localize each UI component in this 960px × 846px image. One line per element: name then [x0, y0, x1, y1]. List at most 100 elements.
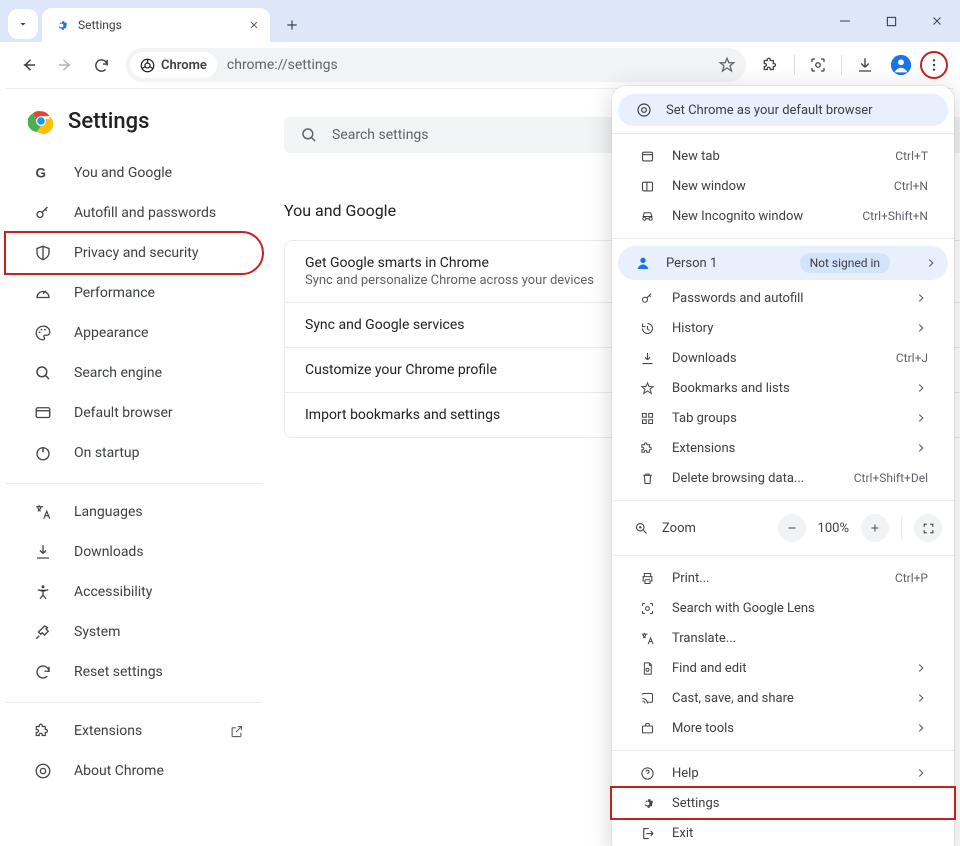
- sidebar-item-default[interactable]: Default browser: [6, 393, 262, 433]
- search-placeholder: Search settings: [332, 127, 429, 143]
- menu-translate[interactable]: Translate...: [618, 623, 948, 653]
- fullscreen-icon: [922, 522, 935, 535]
- open-external-icon: [229, 724, 244, 739]
- address-bar[interactable]: Chrome chrome://settings: [126, 48, 746, 82]
- tab-search-dropdown[interactable]: [8, 9, 38, 39]
- close-window-button[interactable]: [914, 0, 960, 42]
- sidebar-item-label: Languages: [74, 504, 143, 520]
- privacy-icon: [32, 244, 54, 262]
- reload-button[interactable]: [84, 48, 118, 82]
- minimize-button[interactable]: [822, 0, 868, 42]
- person-icon: [890, 54, 912, 76]
- extensions-button[interactable]: [754, 48, 788, 82]
- key-icon: [638, 291, 656, 306]
- forward-button[interactable]: [48, 48, 82, 82]
- performance-icon: [32, 284, 54, 302]
- exit-icon: [638, 826, 656, 841]
- tab-close-button[interactable]: [244, 15, 264, 35]
- menu-help[interactable]: Help: [618, 758, 948, 788]
- document-search-icon: [638, 661, 656, 676]
- sidebar-item-about[interactable]: About Chrome: [6, 751, 262, 791]
- menu-print[interactable]: Print... Ctrl+P: [618, 563, 948, 593]
- languages-icon: [32, 503, 54, 521]
- menu-extensions[interactable]: Extensions: [618, 433, 948, 463]
- translate-icon: [638, 631, 656, 646]
- menu-tabgroups[interactable]: Tab groups: [618, 403, 948, 433]
- about-icon: [32, 762, 54, 780]
- plus-icon: [285, 18, 299, 32]
- url-text: chrome://settings: [227, 57, 338, 73]
- sidebar-item-label: Privacy and security: [74, 245, 198, 261]
- bookmark-star-button[interactable]: [718, 56, 736, 74]
- reload-icon: [93, 57, 110, 74]
- tab-title: Settings: [78, 18, 244, 32]
- chevron-right-icon: [914, 321, 928, 335]
- browser-tab[interactable]: Settings: [42, 8, 270, 42]
- back-button[interactable]: [12, 48, 46, 82]
- menu-find[interactable]: Find and edit: [618, 653, 948, 683]
- zoom-in-button[interactable]: [861, 514, 889, 542]
- sidebar-item-you[interactable]: GYou and Google: [6, 153, 262, 193]
- lens-icon: [809, 56, 827, 74]
- menu-incognito[interactable]: New Incognito window Ctrl+Shift+N: [618, 201, 948, 231]
- sidebar-item-performance[interactable]: Performance: [6, 273, 262, 313]
- chevron-right-icon: [914, 691, 928, 705]
- profile-button[interactable]: [884, 48, 918, 82]
- menu-delete-data[interactable]: Delete browsing data... Ctrl+Shift+Del: [618, 463, 948, 493]
- browser-menu: Set Chrome as your default browser New t…: [612, 86, 954, 846]
- sidebar-item-startup[interactable]: On startup: [6, 433, 262, 473]
- chevron-right-icon: [914, 291, 928, 305]
- lens-button[interactable]: [801, 48, 835, 82]
- menu-settings[interactable]: Settings: [612, 788, 954, 818]
- minimize-icon: [839, 15, 851, 27]
- menu-profile-row[interactable]: Person 1 Not signed in: [618, 246, 948, 280]
- fullscreen-button[interactable]: [914, 514, 942, 542]
- maximize-button[interactable]: [868, 0, 914, 42]
- zoom-out-button[interactable]: [778, 514, 806, 542]
- new-tab-button[interactable]: [278, 11, 306, 39]
- menu-history[interactable]: History: [618, 313, 948, 343]
- menu-exit[interactable]: Exit: [618, 818, 948, 846]
- site-chip[interactable]: Chrome: [130, 52, 217, 78]
- sidebar-item-languages[interactable]: Languages: [6, 492, 262, 532]
- sidebar-item-system[interactable]: System: [6, 612, 262, 652]
- grid-icon: [638, 411, 656, 426]
- sidebar-item-label: Search engine: [74, 365, 162, 381]
- incognito-icon: [638, 209, 656, 224]
- signin-status-badge: Not signed in: [800, 253, 890, 273]
- browser-toolbar: Chrome chrome://settings: [6, 42, 954, 88]
- menu-lens[interactable]: Search with Google Lens: [618, 593, 948, 623]
- extensions-icon: [32, 722, 54, 740]
- settings-header: Settings: [6, 89, 262, 153]
- sidebar-item-reset[interactable]: Reset settings: [6, 652, 262, 692]
- search-icon: [300, 126, 318, 144]
- sidebar-item-label: Accessibility: [74, 584, 152, 600]
- sidebar-item-appearance[interactable]: Appearance: [6, 313, 262, 353]
- sidebar-item-extensions[interactable]: Extensions: [6, 711, 262, 751]
- arrow-left-icon: [20, 56, 38, 74]
- downloads-button[interactable]: [848, 48, 882, 82]
- new-window-icon: [638, 179, 656, 194]
- sidebar-item-accessibility[interactable]: Accessibility: [6, 572, 262, 612]
- menu-bookmarks[interactable]: Bookmarks and lists: [618, 373, 948, 403]
- sidebar-item-autofill[interactable]: Autofill and passwords: [6, 193, 262, 233]
- menu-passwords[interactable]: Passwords and autofill: [618, 283, 948, 313]
- menu-downloads[interactable]: Downloads Ctrl+J: [618, 343, 948, 373]
- menu-cast[interactable]: Cast, save, and share: [618, 683, 948, 713]
- chevron-right-icon: [914, 661, 928, 675]
- chrome-outline-icon: [636, 102, 652, 118]
- nav-separator: [6, 483, 262, 484]
- sidebar-item-downloads[interactable]: Downloads: [6, 532, 262, 572]
- download-icon: [638, 351, 656, 366]
- toolbar-separator: [841, 55, 842, 75]
- default-browser-banner[interactable]: Set Chrome as your default browser: [618, 94, 948, 126]
- menu-new-tab[interactable]: New tab Ctrl+T: [618, 141, 948, 171]
- browser-menu-button[interactable]: [920, 51, 948, 79]
- sidebar-item-privacy[interactable]: Privacy and security: [6, 233, 262, 273]
- toolbar-separator: [794, 55, 795, 75]
- menu-new-window[interactable]: New window Ctrl+N: [618, 171, 948, 201]
- menu-more-tools[interactable]: More tools: [618, 713, 948, 743]
- you-icon: G: [32, 164, 54, 182]
- sidebar-item-search[interactable]: Search engine: [6, 353, 262, 393]
- briefcase-icon: [638, 721, 656, 736]
